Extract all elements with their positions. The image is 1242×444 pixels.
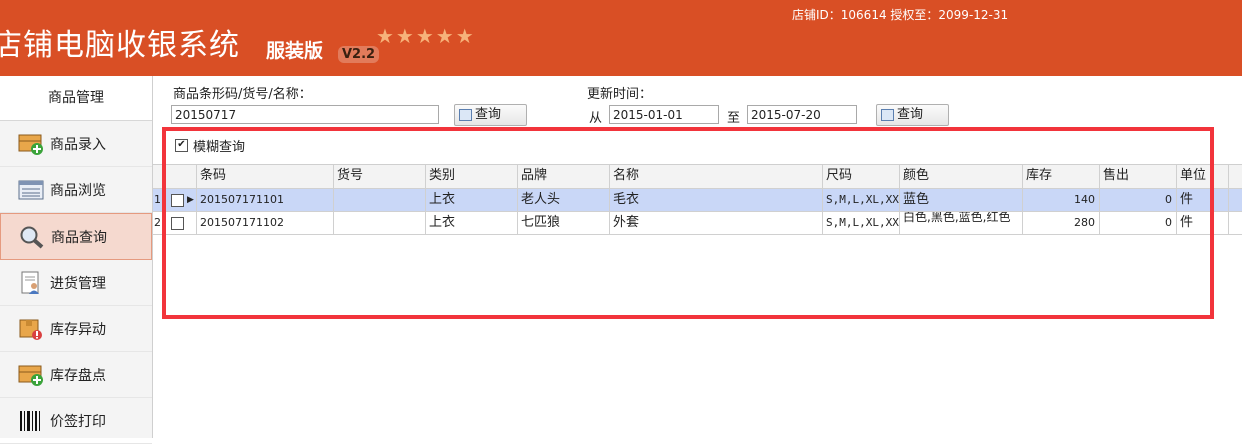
sidebar-item-product-query[interactable]: 商品查询 — [0, 213, 152, 260]
sidebar-item-label: 进货管理 — [50, 275, 106, 292]
magnifier-icon — [19, 225, 45, 249]
row-index: 1 — [154, 193, 161, 206]
query-icon — [459, 109, 472, 121]
sidebar-item-label: 商品查询 — [51, 229, 107, 246]
sidebar-item-purchase[interactable]: 进货管理 — [0, 260, 152, 306]
document-user-icon — [18, 271, 44, 295]
sidebar-item-product-entry[interactable]: 商品录入 — [0, 121, 152, 167]
highlight-box — [162, 127, 1214, 319]
rating-stars-icon: ★★★★★ — [376, 24, 476, 48]
sidebar-item-label: 商品浏览 — [50, 182, 106, 199]
from-label: 从 — [589, 111, 603, 126]
sidebar-item-stock-change[interactable]: 库存异动 — [0, 306, 152, 352]
barcode-icon — [18, 409, 44, 433]
query-icon — [881, 109, 894, 121]
sidebar-item-label: 价签打印 — [50, 413, 106, 430]
to-label: 至 — [727, 111, 741, 126]
code-search-label: 商品条形码/货号/名称： — [173, 87, 312, 102]
box-add-icon — [18, 132, 44, 156]
sidebar-item-product-browse[interactable]: 商品浏览 — [0, 167, 152, 213]
sidebar-item-price-tag-print[interactable]: 价签打印 — [0, 398, 152, 444]
query-button-label: 查询 — [897, 107, 924, 122]
update-time-label: 更新时间： — [587, 87, 653, 102]
sidebar-item-stocktake[interactable]: 库存盘点 — [0, 352, 152, 398]
shop-info: 店铺ID：106614 授权至：2099-12-31 — [792, 8, 1009, 22]
edition-label: 服装版 — [266, 40, 324, 62]
app-title: 店铺电脑收银系统 — [0, 28, 240, 63]
box-alert-icon — [18, 317, 44, 341]
sidebar-item-label: 库存异动 — [50, 321, 106, 338]
from-date-input[interactable]: 2015-01-01 — [609, 105, 719, 124]
to-date-input[interactable]: 2015-07-20 — [747, 105, 857, 124]
sidebar: 商品管理 商品录入 商品浏览 商品查询 进货管理 库存异动 库存盘点 价签打印 — [0, 76, 153, 444]
list-icon — [18, 178, 44, 202]
sidebar-item-label: 库存盘点 — [50, 367, 106, 384]
box-add-icon — [18, 363, 44, 387]
sidebar-heading[interactable]: 商品管理 — [0, 76, 152, 121]
app-header: 店铺电脑收银系统 服装版 V2.2 ★★★★★ 店铺ID：106614 授权至：… — [0, 0, 1242, 76]
sidebar-item-label: 商品录入 — [50, 136, 106, 153]
query-date-button[interactable]: 查询 — [876, 104, 949, 126]
row-index: 2 — [154, 216, 161, 229]
version-badge: V2.2 — [338, 46, 380, 63]
code-search-input[interactable]: 20150717 — [171, 105, 439, 124]
query-button[interactable]: 查询 — [454, 104, 527, 126]
query-button-label: 查询 — [475, 107, 502, 122]
